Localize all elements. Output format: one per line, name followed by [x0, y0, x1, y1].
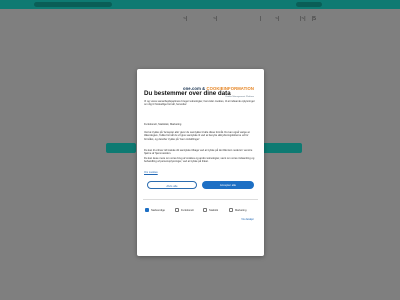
toggle-necessary-label: Nødvendige [151, 208, 165, 212]
accept-all-button[interactable]: Accepter alle [202, 181, 254, 189]
nav-item-6[interactable]: |5 [312, 14, 316, 24]
nav-item-3[interactable]: | [260, 14, 261, 24]
nav-item-2[interactable]: ~| [213, 14, 217, 24]
purposes-text: Funktionelt, Statistisk, Marketing [144, 123, 182, 126]
toggle-statistics[interactable]: Statistik [203, 207, 218, 213]
consent-logo: one.com & COOKIEINFORMATION Cookie Manag… [183, 77, 254, 98]
body-text-3: Du kan læse mere om vores brug af cookie… [144, 157, 255, 164]
toggle-marketing[interactable]: Marketing [229, 207, 246, 213]
cookie-consent-dialog: one.com & COOKIEINFORMATION Cookie Manag… [137, 69, 264, 256]
checkbox-necessary[interactable] [145, 208, 149, 212]
checkbox-statistics[interactable] [203, 208, 207, 212]
show-details-link[interactable]: Vis detaljer [241, 218, 254, 221]
checkbox-marketing[interactable] [229, 208, 233, 212]
top-bar-pill-left[interactable] [34, 2, 112, 7]
background-button-right[interactable] [262, 143, 302, 153]
consent-toggles: Nødvendige Funktionelt Statistik Marketi… [145, 207, 257, 213]
nav-row: ~| ~| | ~| |~| |5 [0, 14, 400, 24]
top-bar-pill-right[interactable] [296, 2, 322, 7]
toggle-functional-label: Funktionelt [181, 208, 194, 212]
checkbox-functional[interactable] [175, 208, 179, 212]
toggle-necessary[interactable]: Nødvendige [145, 207, 165, 213]
dialog-title: Du bestemmer over dine data [144, 90, 231, 97]
nav-item-5[interactable]: |~| [300, 14, 306, 24]
intro-text: Vi og vores samarbejdspartnere bruger te… [144, 100, 255, 107]
background-button-left[interactable] [106, 143, 136, 153]
body-text-2: Du kan til enhver tid trække dit samtykk… [144, 149, 253, 156]
cookie-info-link[interactable]: Om cookies [144, 171, 158, 174]
nav-item-1[interactable]: ~| [183, 14, 187, 24]
top-bar [0, 0, 400, 9]
toggle-functional[interactable]: Funktionelt [175, 207, 194, 213]
dialog-divider [143, 199, 258, 200]
toggle-marketing-label: Marketing [235, 208, 247, 212]
nav-item-4[interactable]: ~| [275, 14, 279, 24]
body-text-1: Ved at trykke på 'Accepter alle' giver d… [144, 131, 250, 141]
reject-all-button[interactable]: Afvis alle [147, 181, 197, 189]
toggle-statistics-label: Statistik [209, 208, 219, 212]
